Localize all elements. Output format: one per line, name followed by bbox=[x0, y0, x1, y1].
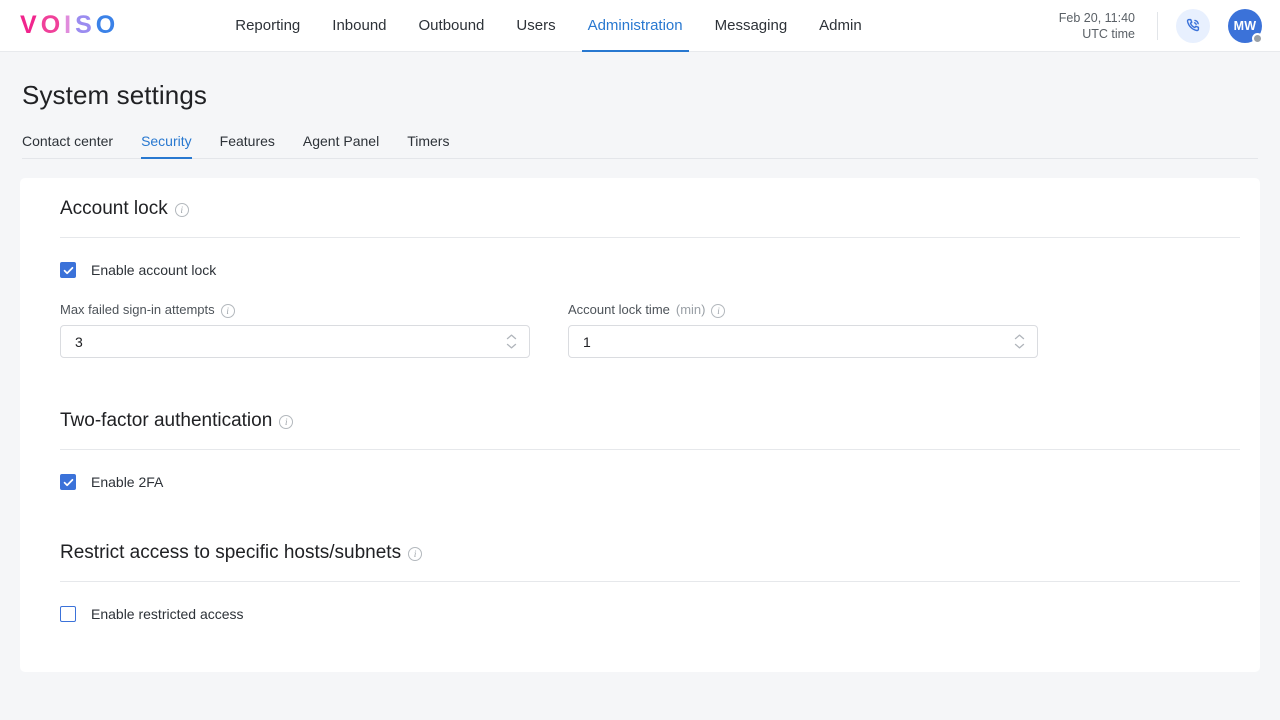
enable-restricted-access-checkbox[interactable] bbox=[60, 606, 76, 622]
chevron-down-icon[interactable] bbox=[506, 343, 517, 349]
avatar-status-dot bbox=[1252, 32, 1263, 44]
two-factor-title: Two-factor authentication bbox=[60, 410, 273, 431]
nav-item-administration[interactable]: Administration bbox=[572, 0, 699, 52]
enable-2fa-label[interactable]: Enable 2FA bbox=[91, 474, 163, 490]
section-account-lock: Account lock i Enable account lock Max f… bbox=[40, 198, 1240, 358]
account-lock-time-input[interactable]: 1 bbox=[568, 325, 1038, 358]
top-navigation-bar: V O I S O Reporting Inbound Outbound Use… bbox=[0, 0, 1280, 52]
nav-item-admin[interactable]: Admin bbox=[803, 0, 878, 52]
section-two-factor: Two-factor authentication i Enable 2FA bbox=[40, 410, 1240, 490]
enable-account-lock-row[interactable]: Enable account lock bbox=[40, 262, 1240, 278]
account-lock-time-value[interactable]: 1 bbox=[583, 334, 1011, 350]
account-lock-time-label: Account lock time bbox=[568, 302, 670, 317]
enable-account-lock-label[interactable]: Enable account lock bbox=[91, 262, 216, 278]
nav-item-reporting[interactable]: Reporting bbox=[219, 0, 316, 52]
logo-letter-5: O bbox=[95, 11, 120, 39]
phone-with-waves-icon[interactable] bbox=[1176, 8, 1210, 43]
info-icon[interactable]: i bbox=[220, 303, 235, 318]
account-lock-time-unit: (min) bbox=[675, 302, 706, 317]
max-failed-attempts-stepper[interactable] bbox=[503, 334, 519, 349]
nav-item-users[interactable]: Users bbox=[500, 0, 571, 52]
restrict-access-divider bbox=[60, 581, 1240, 582]
two-factor-divider bbox=[60, 449, 1240, 450]
account-lock-time-stepper[interactable] bbox=[1011, 334, 1027, 349]
logo-letter-4: S bbox=[75, 11, 96, 39]
max-failed-attempts-label: Max failed sign-in attempts bbox=[60, 302, 215, 317]
chevron-up-icon[interactable] bbox=[1014, 334, 1025, 340]
restrict-access-title: Restrict access to specific hosts/subnet… bbox=[60, 542, 402, 563]
enable-2fa-checkbox[interactable] bbox=[60, 474, 76, 490]
max-failed-attempts-field: Max failed sign-in attempts i 3 bbox=[60, 302, 530, 358]
account-lock-title-row: Account lock i bbox=[40, 198, 1240, 220]
info-icon[interactable]: i bbox=[711, 303, 726, 318]
restrict-access-title-row: Restrict access to specific hosts/subnet… bbox=[40, 542, 1240, 564]
enable-restricted-access-row[interactable]: Enable restricted access bbox=[40, 606, 1240, 622]
account-lock-time-label-row: Account lock time (min) i bbox=[568, 302, 1038, 318]
max-failed-attempts-label-row: Max failed sign-in attempts i bbox=[60, 302, 530, 318]
user-avatar-wrapper: MW bbox=[1228, 8, 1263, 44]
tab-security[interactable]: Security bbox=[141, 133, 192, 159]
page-title: System settings bbox=[22, 80, 208, 110]
nav-item-outbound[interactable]: Outbound bbox=[403, 0, 501, 52]
nav-item-inbound[interactable]: Inbound bbox=[316, 0, 402, 52]
enable-2fa-row[interactable]: Enable 2FA bbox=[40, 474, 1240, 490]
section-restrict-access: Restrict access to specific hosts/subnet… bbox=[40, 542, 1240, 622]
enable-restricted-access-label[interactable]: Enable restricted access bbox=[91, 606, 244, 622]
max-failed-attempts-input[interactable]: 3 bbox=[60, 325, 530, 358]
tab-features[interactable]: Features bbox=[220, 133, 275, 158]
check-icon bbox=[63, 478, 73, 486]
max-failed-attempts-value[interactable]: 3 bbox=[75, 334, 503, 350]
logo-letter-1: V bbox=[20, 11, 41, 39]
utc-clock: Feb 20, 11:40 UTC time bbox=[1059, 10, 1135, 42]
phone-glyph bbox=[1186, 18, 1200, 31]
logo-letter-3: I bbox=[64, 11, 76, 39]
settings-tabs: Contact center Security Features Agent P… bbox=[22, 133, 1258, 159]
account-lock-time-field: Account lock time (min) i 1 bbox=[568, 302, 1038, 358]
info-icon[interactable]: i bbox=[408, 547, 423, 561]
info-icon[interactable]: i bbox=[174, 203, 189, 217]
account-lock-fields: Max failed sign-in attempts i 3 Account … bbox=[40, 302, 1240, 358]
nav-item-messaging[interactable]: Messaging bbox=[699, 0, 804, 52]
info-icon[interactable]: i bbox=[279, 415, 294, 429]
topbar-divider bbox=[1157, 11, 1158, 40]
tab-agent-panel[interactable]: Agent Panel bbox=[303, 133, 379, 158]
check-icon bbox=[63, 266, 73, 274]
security-settings-card: Account lock i Enable account lock Max f… bbox=[20, 178, 1260, 672]
voiso-logo[interactable]: V O I S O bbox=[20, 13, 119, 38]
page-header: System settings Contact center Security … bbox=[0, 52, 1280, 159]
account-lock-title: Account lock bbox=[60, 198, 168, 219]
clock-timezone: UTC time bbox=[1082, 26, 1135, 41]
topbar-right-cluster: Feb 20, 11:40 UTC time MW bbox=[1059, 8, 1263, 44]
primary-nav: Reporting Inbound Outbound Users Adminis… bbox=[219, 0, 877, 52]
logo-letter-2: O bbox=[40, 11, 65, 39]
tab-contact-center[interactable]: Contact center bbox=[22, 133, 113, 158]
account-lock-divider bbox=[60, 237, 1240, 238]
chevron-down-icon[interactable] bbox=[1014, 343, 1025, 349]
chevron-up-icon[interactable] bbox=[506, 334, 517, 340]
clock-datetime: Feb 20, 11:40 bbox=[1058, 10, 1135, 25]
enable-account-lock-checkbox[interactable] bbox=[60, 262, 76, 278]
tab-timers[interactable]: Timers bbox=[407, 133, 449, 158]
two-factor-title-row: Two-factor authentication i bbox=[40, 410, 1240, 432]
